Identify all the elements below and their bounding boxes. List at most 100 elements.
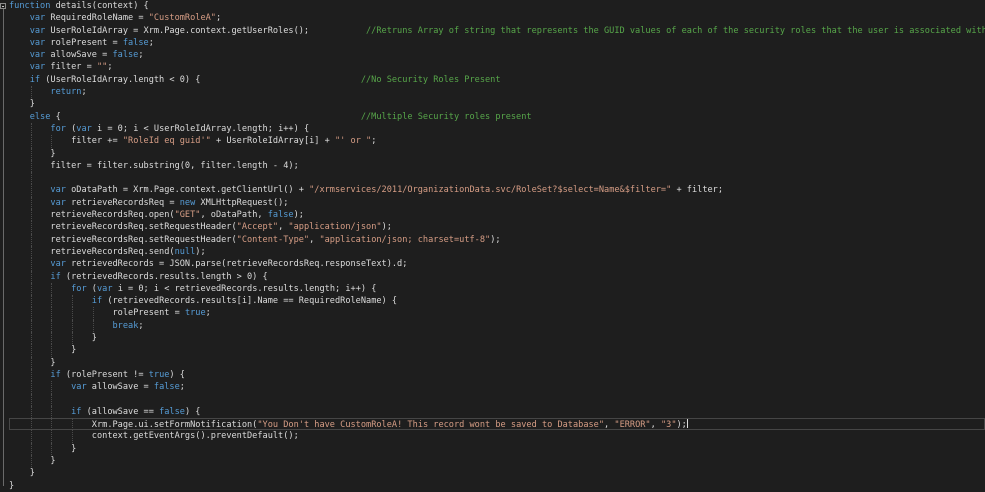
code-token: rolePresent = (45, 37, 123, 48)
keyword-token: new (179, 197, 196, 208)
keyword-token: var (29, 50, 46, 61)
code-token: } (71, 443, 77, 454)
code-line[interactable]: retrieveRecordsReq.setRequestHeader("Con… (9, 233, 985, 246)
code-line[interactable]: filter += "RoleId eq guid'" + UserRoleId… (9, 135, 985, 148)
code-line[interactable]: retrieveRecordsReq.send(null); (9, 245, 985, 259)
code-token: retrieveRecordsReq = (65, 197, 180, 208)
code-token: ); (293, 210, 304, 221)
collapse-icon[interactable] (0, 3, 6, 9)
code-line[interactable]: if (retrievedRecords.results[i].Name == … (9, 295, 985, 308)
indent-guide (72, 332, 74, 345)
code-token: retrieveRecordsReq.setRequestHeader( (50, 234, 237, 245)
code-token: context.getEventArgs().preventDefault(); (91, 431, 299, 442)
code-line[interactable]: var retrievedRecords = JSON.parse(retrie… (9, 258, 985, 271)
code-line[interactable]: context.getEventArgs().preventDefault(); (9, 430, 985, 443)
code-line[interactable]: var RequiredRoleName = "CustomRoleA"; (9, 12, 985, 24)
code-line[interactable]: } (9, 356, 985, 369)
indent-guide (72, 319, 74, 333)
code-line[interactable] (9, 393, 985, 406)
code-line[interactable]: if (UserRoleIdArray.length < 0) { //No S… (9, 74, 985, 86)
code-line[interactable]: var rolePresent = false; (9, 37, 985, 49)
code-token: (retrievedRecords.results.length > 0) { (60, 271, 268, 282)
code-line[interactable]: } (9, 480, 985, 492)
code-line[interactable]: function details(context) { (9, 0, 985, 12)
code-line[interactable]: if (rolePresent != true) { (9, 368, 985, 382)
keyword-token: else (29, 111, 51, 122)
code-line[interactable]: if (retrievedRecords.results.length > 0)… (9, 270, 985, 283)
keyword-token: function (9, 1, 51, 11)
code-line[interactable]: var oDataPath = Xrm.Page.context.getClie… (9, 184, 985, 197)
indent-guide (30, 319, 32, 333)
code-line[interactable]: } (9, 442, 985, 455)
code-line[interactable]: var UserRoleIdArray = Xrm.Page.context.g… (9, 25, 985, 37)
keyword-token: var (29, 62, 46, 73)
code-line[interactable]: filter = filter.substring(0, filter.leng… (9, 159, 985, 173)
code-line[interactable]: retrieveRecordsReq.open("GET", oDataPath… (9, 209, 985, 222)
code-token: ); (676, 420, 687, 431)
code-line[interactable]: for (var i = 0; i < UserRoleIdArray.leng… (9, 122, 985, 136)
code-line[interactable]: else { //Multiple Security roles present (9, 111, 985, 123)
string-token: "You Don't have CustomRoleA! This record… (257, 420, 605, 431)
code-token: filter = (45, 62, 97, 73)
code-line[interactable]: retrieveRecordsReq.setRequestHeader("Acc… (9, 221, 985, 234)
indent-guide (30, 405, 32, 419)
outline-margin[interactable] (0, 0, 7, 492)
code-token: } (91, 333, 97, 344)
indent-guide (51, 405, 53, 419)
keyword-token: false (122, 37, 149, 48)
indent-guide (72, 307, 74, 320)
code-token: rolePresent = (112, 308, 185, 319)
code-line[interactable]: var filter = ""; (9, 61, 985, 73)
code-line[interactable]: } (9, 98, 985, 110)
code-token: filter = filter.substring(0, filter.leng… (50, 160, 299, 171)
indent-guide (30, 418, 32, 431)
indent-guide (30, 368, 32, 382)
code-token: ; (215, 13, 222, 24)
code-line[interactable]: rolePresent = true; (9, 307, 985, 320)
code-line[interactable]: Xrm.Page.ui.setFormNotification("You Don… (9, 418, 985, 431)
indent-guide (30, 454, 32, 468)
code-line[interactable]: } (9, 344, 985, 357)
code-line[interactable]: var allowSave = false; (9, 381, 985, 394)
code-line[interactable]: for (var i = 0; i < retrievedRecords.res… (9, 282, 985, 296)
indent-guide (30, 332, 32, 345)
code-token: (retrievedRecords.results[i].Name == Req… (102, 296, 398, 307)
indent-guide (30, 270, 32, 283)
code-token: ; (81, 87, 87, 98)
string-token: "CustomRoleA" (148, 13, 216, 24)
fold-guide-line (3, 8, 4, 486)
indent-guide (30, 430, 32, 443)
code-token: retrieveRecordsReq.send( (50, 246, 175, 257)
code-token: ; (138, 320, 144, 331)
code-line[interactable]: } (9, 147, 985, 160)
comment-token: //No Security Roles Present (360, 74, 501, 85)
keyword-token: var (50, 185, 66, 196)
code-token: details(context) { (50, 1, 149, 11)
code-area[interactable]: function details(context) {var RequiredR… (9, 0, 985, 492)
code-token: , (604, 420, 615, 431)
code-line[interactable]: return; (9, 86, 985, 99)
code-token: retrieveRecordsReq.setRequestHeader( (50, 222, 237, 233)
code-line[interactable]: var retrieveRecordsReq = new XMLHttpRequ… (9, 196, 985, 210)
code-line[interactable]: } (9, 467, 985, 479)
keyword-token: if (29, 74, 41, 85)
comment-token: //Retruns Array of string that represent… (366, 25, 985, 36)
code-token: } (29, 99, 35, 110)
indent-guide (30, 135, 32, 148)
string-token: "RoleId eq guid'" (122, 136, 211, 147)
code-line[interactable]: if (allowSave == false) { (9, 405, 985, 419)
indent-guide (30, 184, 32, 197)
code-line[interactable]: var allowSave = false; (9, 49, 985, 61)
code-line[interactable]: } (9, 454, 985, 468)
code-editor[interactable]: function details(context) {var RequiredR… (0, 0, 985, 492)
string-token: "application/json" (288, 222, 382, 233)
indent-guide (30, 147, 32, 160)
code-line[interactable]: } (9, 332, 985, 345)
code-token: UserRoleIdArray = Xrm.Page.context.getUs… (45, 25, 366, 36)
indent-guide (30, 159, 32, 173)
code-line[interactable]: break; (9, 319, 985, 333)
keyword-token: var (96, 283, 113, 294)
keyword-token: true (148, 369, 170, 380)
code-token: + UserRoleIdArray[i] + (210, 136, 335, 147)
code-line[interactable] (9, 172, 985, 185)
